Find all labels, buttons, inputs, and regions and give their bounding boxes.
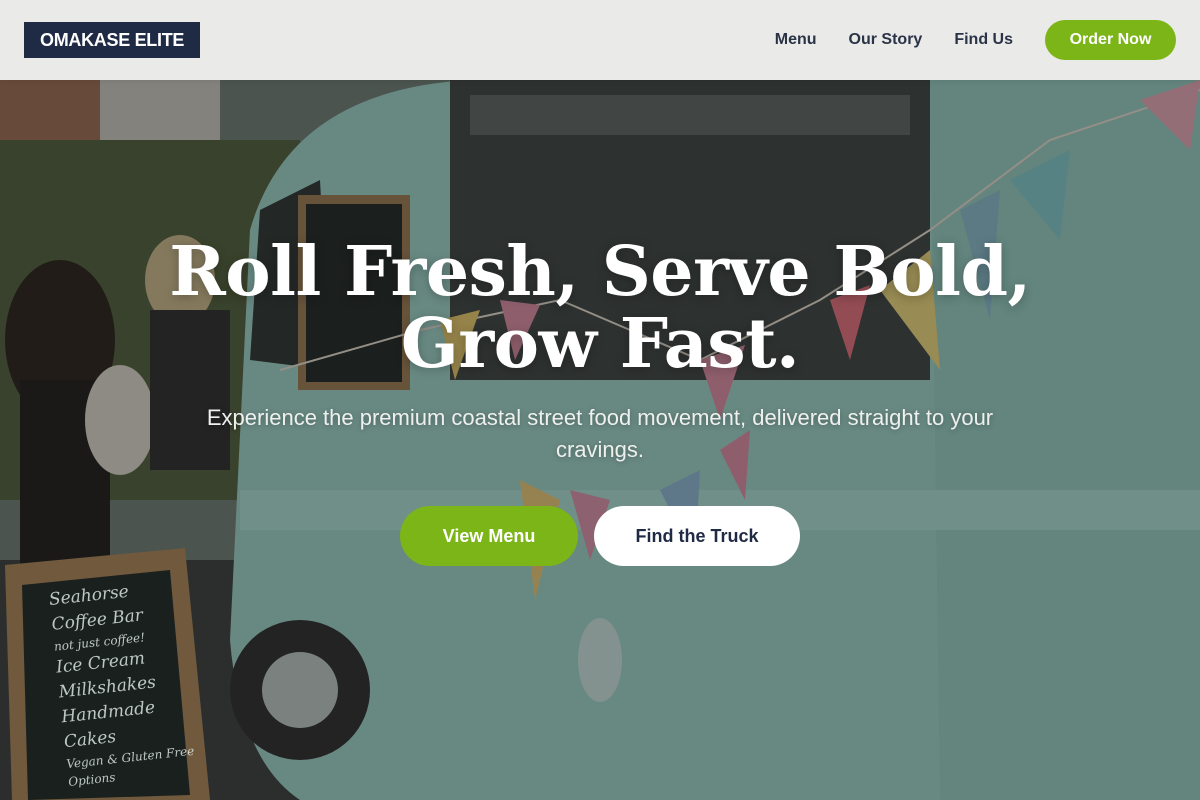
hero-headline: Roll Fresh, Serve Bold, Grow Fast. — [150, 236, 1050, 380]
view-menu-button[interactable]: View Menu — [400, 506, 578, 566]
nav-link-our-story[interactable]: Our Story — [849, 31, 923, 49]
nav-link-find-us[interactable]: Find Us — [954, 31, 1013, 49]
page: Seahorse Coffee Bar not just coffee! Ice… — [0, 0, 1200, 800]
hero-subtitle: Experience the premium coastal street fo… — [206, 405, 994, 462]
order-now-button[interactable]: Order Now — [1045, 20, 1176, 60]
main-nav: Menu Our Story Find Us Order Now — [775, 20, 1176, 60]
find-the-truck-button[interactable]: Find the Truck — [594, 506, 800, 566]
hero-section: Roll Fresh, Serve Bold, Grow Fast. Exper… — [0, 80, 1200, 800]
site-header: OMAKASE ELITE Menu Our Story Find Us Ord… — [0, 0, 1200, 80]
hero-cta-group: View Menu Find the Truck — [400, 506, 800, 566]
brand-logo[interactable]: OMAKASE ELITE — [24, 22, 201, 58]
headline-line-2: Grow Fast. — [400, 304, 800, 384]
headline-line-1: Roll Fresh, Serve Bold, — [169, 232, 1031, 312]
nav-link-menu[interactable]: Menu — [775, 31, 817, 49]
